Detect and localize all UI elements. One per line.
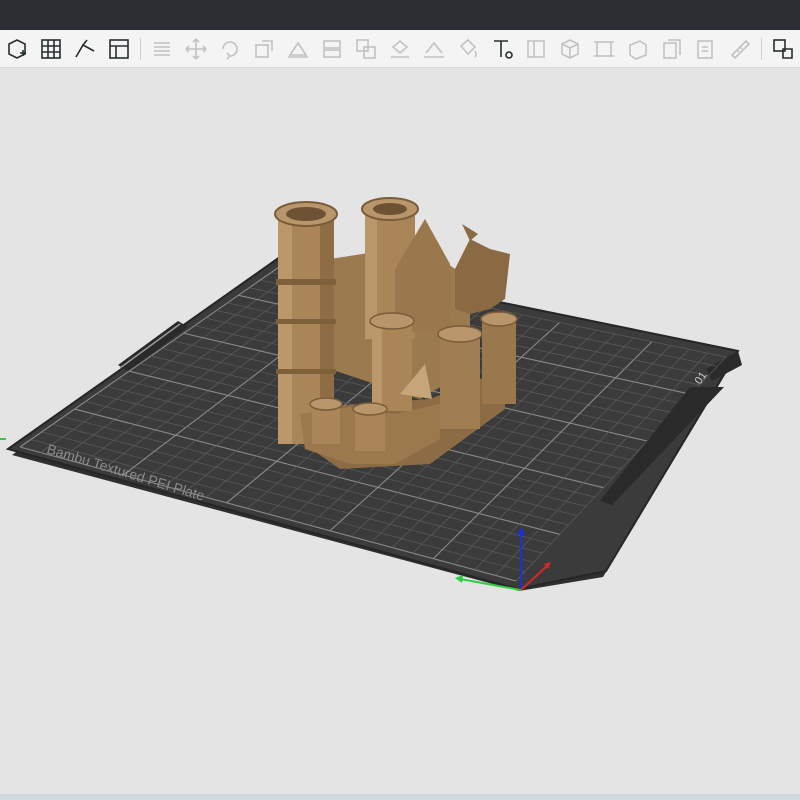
3d-viewport[interactable]: Bambu Textured PEI Plate 01 <box>0 69 800 794</box>
rotate-button[interactable] <box>215 34 245 64</box>
rotate-icon <box>222 40 238 60</box>
text-button[interactable] <box>487 34 517 64</box>
cube-icon <box>561 38 579 59</box>
orient-button[interactable] <box>70 34 100 64</box>
layout-button[interactable] <box>104 34 134 64</box>
add-object-button[interactable] <box>2 34 32 64</box>
measure-button[interactable] <box>725 34 755 64</box>
frame-button[interactable] <box>589 34 619 64</box>
cube-view-button[interactable] <box>555 34 585 64</box>
layers-icon <box>154 41 170 56</box>
support-paint-button[interactable] <box>385 34 415 64</box>
support-icon <box>391 39 409 58</box>
text-icon <box>494 39 513 59</box>
layout-icon <box>109 38 129 59</box>
bambu-studio-window: Bambu Textured PEI Plate 01 <box>0 0 800 800</box>
paste-icon <box>697 39 713 59</box>
main-toolbar <box>0 30 800 68</box>
lay-on-face-button[interactable] <box>283 34 313 64</box>
scale-button[interactable] <box>249 34 279 64</box>
frame-icon <box>594 40 614 57</box>
solid-view-button[interactable] <box>623 34 653 64</box>
toolbar-separator <box>140 37 141 60</box>
title-bar <box>0 0 800 30</box>
bucket-icon <box>459 38 477 58</box>
toolbar-separator <box>761 37 762 60</box>
cut-icon <box>323 39 341 58</box>
cut-button[interactable] <box>317 34 347 64</box>
layers-button[interactable] <box>147 34 177 64</box>
seam-paint-button[interactable] <box>419 34 449 64</box>
assembly-button[interactable] <box>768 34 798 64</box>
orient-icon <box>75 39 95 57</box>
tower-front-center <box>369 312 415 411</box>
grid-icon <box>41 38 61 59</box>
boolean-icon <box>356 38 376 59</box>
solid-icon <box>629 39 647 60</box>
lay-face-icon <box>288 41 308 58</box>
cube-plus-icon <box>8 38 26 59</box>
boolean-button[interactable] <box>351 34 381 64</box>
scale-icon <box>255 39 273 58</box>
status-strip <box>0 794 800 800</box>
copy-button[interactable] <box>657 34 687 64</box>
paste-button[interactable] <box>691 34 721 64</box>
scene-canvas[interactable]: Bambu Textured PEI Plate 01 <box>0 69 800 794</box>
mesh-button[interactable] <box>521 34 551 64</box>
copy-icon <box>663 38 681 59</box>
assembly-icon <box>773 38 793 59</box>
move-icon <box>185 37 207 60</box>
seam-icon <box>424 41 444 58</box>
axis-y-arrow <box>455 575 463 583</box>
move-button[interactable] <box>181 34 211 64</box>
ruler-icon <box>730 39 751 59</box>
mesh-icon <box>527 39 545 58</box>
paint-bucket-button[interactable] <box>453 34 483 64</box>
arrange-button[interactable] <box>36 34 66 64</box>
